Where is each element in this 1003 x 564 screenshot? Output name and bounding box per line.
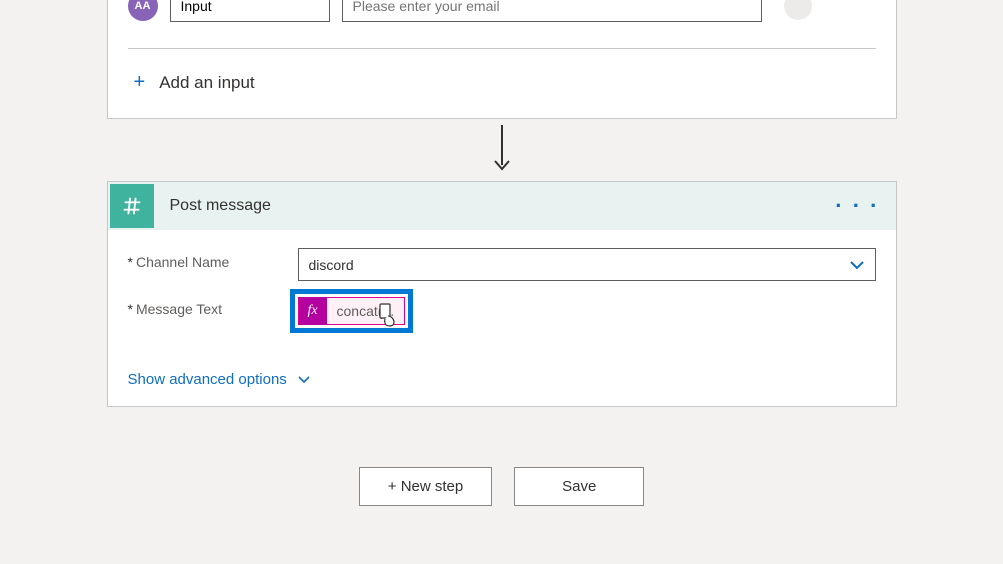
plus-icon: + bbox=[134, 71, 146, 94]
add-input-label: Add an input bbox=[159, 73, 254, 93]
channel-value: discord bbox=[309, 257, 354, 273]
action-title: Post message bbox=[156, 197, 820, 215]
bottom-actions: + New step Save bbox=[12, 467, 991, 506]
action-card: Post message · · · *Channel Name discord bbox=[107, 181, 897, 407]
delete-input-button[interactable] bbox=[784, 0, 812, 20]
input-name-field[interactable] bbox=[170, 0, 330, 22]
hash-icon bbox=[110, 184, 154, 228]
avatar-initials: AA bbox=[135, 0, 151, 12]
input-value-field[interactable] bbox=[342, 0, 762, 22]
expression-token[interactable]: fx concat(... bbox=[298, 297, 406, 325]
ellipsis-icon[interactable]: · · · bbox=[819, 193, 895, 219]
message-row: *Message Text fx concat(... bbox=[128, 295, 876, 339]
chevron-down-icon bbox=[849, 257, 865, 273]
trigger-card: AA + Add an input bbox=[107, 0, 897, 119]
fx-icon: fx bbox=[299, 297, 327, 325]
save-button[interactable]: Save bbox=[514, 467, 644, 506]
flow-arrow-icon bbox=[107, 125, 897, 173]
action-form: *Channel Name discord *Message Text bbox=[108, 230, 896, 363]
add-input-button[interactable]: + Add an input bbox=[108, 49, 896, 118]
channel-row: *Channel Name discord bbox=[128, 248, 876, 281]
avatar: AA bbox=[128, 0, 158, 21]
channel-select[interactable]: discord bbox=[298, 248, 876, 281]
channel-label: *Channel Name bbox=[128, 248, 298, 270]
show-advanced-options[interactable]: Show advanced options bbox=[108, 363, 896, 406]
new-step-button[interactable]: + New step bbox=[359, 467, 492, 506]
chevron-down-icon bbox=[297, 371, 311, 388]
action-header[interactable]: Post message · · · bbox=[108, 182, 896, 230]
message-label: *Message Text bbox=[128, 295, 298, 317]
token-label: concat(... bbox=[327, 303, 405, 319]
highlight-box: fx concat(... bbox=[290, 289, 414, 333]
trigger-input-row: AA bbox=[108, 0, 896, 44]
